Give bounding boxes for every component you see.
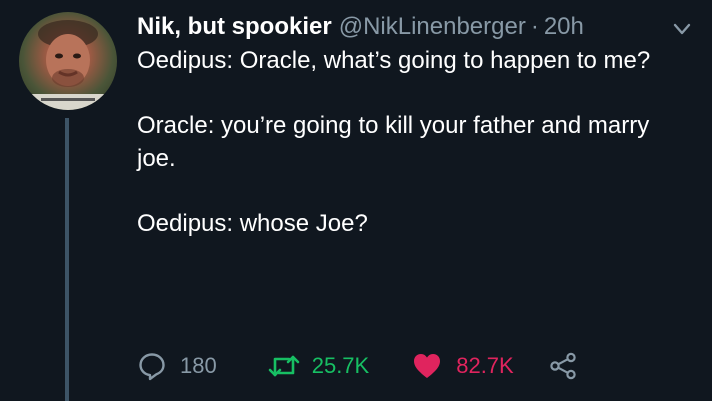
heart-icon [411,351,443,381]
timestamp[interactable]: 20h [544,10,584,44]
display-name[interactable]: Nik, but spookier [137,10,332,44]
action-bar: 180 25.7K 82.7K [137,349,578,383]
tweet-text: Oedipus: Oracle, what’s going to happen … [137,44,677,272]
reply-count: 180 [180,353,217,378]
tweet[interactable]: Nik, but spookier @NikLinenberger · 20h … [0,0,712,401]
share-nodes-icon [548,351,578,381]
separator-dot: · [530,13,539,40]
retweet-button[interactable]: 25.7K [267,351,370,381]
chevron-down-icon[interactable] [670,18,694,40]
thread-line [65,118,69,401]
avatar[interactable] [19,12,117,110]
retweet-arrows-icon [267,351,301,381]
reply-button[interactable]: 180 [137,351,217,381]
tweet-line: Oracle: you’re going to kill your father… [137,112,650,172]
user-handle[interactable]: @NikLinenberger [339,10,526,44]
share-button[interactable] [548,351,578,381]
like-count: 82.7K [456,353,514,378]
tweet-line: Oedipus: whose Joe? [137,210,368,237]
tweet-header: Nik, but spookier @NikLinenberger · 20h [137,10,584,44]
tweet-line: Oedipus: Oracle, what’s going to happen … [137,47,651,74]
speech-bubble-icon [137,351,167,381]
retweet-count: 25.7K [311,353,370,378]
like-button[interactable]: 82.7K [411,351,514,381]
